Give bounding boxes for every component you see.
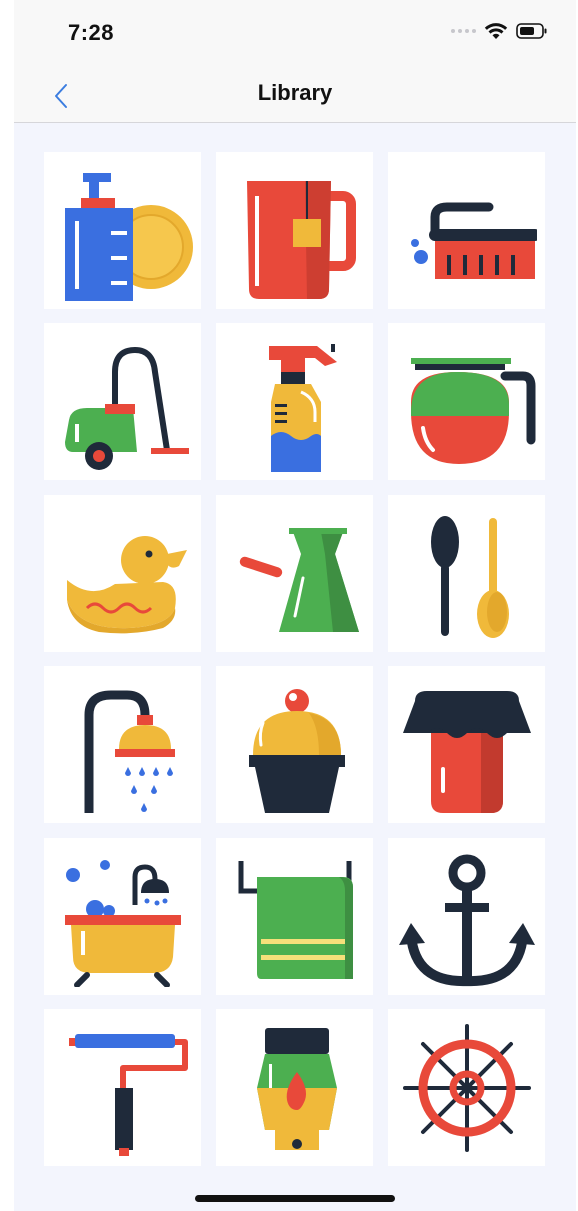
library-item-spray-bottle[interactable]: [216, 323, 373, 480]
library-item-towel[interactable]: [216, 838, 373, 995]
library-item-rubber-duck[interactable]: [44, 495, 201, 652]
spoons-icon: [430, 515, 509, 638]
library-item-dish-soap[interactable]: [44, 152, 201, 309]
lantern-icon: [256, 1027, 337, 1150]
vacuum-cleaner-icon: [64, 346, 189, 470]
status-icons: [451, 22, 548, 40]
library-item-paint-roller[interactable]: [44, 1009, 201, 1166]
library-item-scrub-brush[interactable]: [388, 152, 545, 309]
anchor-icon: [398, 854, 535, 986]
towel-icon: [238, 860, 353, 979]
library-item-anchor[interactable]: [388, 838, 545, 995]
cupcake-icon: [248, 688, 345, 813]
library-item-jam-jar[interactable]: [388, 666, 545, 823]
spray-bottle-icon: [268, 343, 337, 472]
home-indicator[interactable]: [195, 1195, 395, 1202]
scrub-brush-icon: [410, 202, 537, 279]
library-item-coffee-pot[interactable]: [388, 323, 545, 480]
library-item-spoons[interactable]: [388, 495, 545, 652]
mug-icon: [246, 180, 356, 299]
library-item-coffee-cezve[interactable]: [216, 495, 373, 652]
ship-wheel-icon: [402, 1023, 531, 1152]
library-item-mug[interactable]: [216, 152, 373, 309]
page-title: Library: [257, 80, 333, 105]
status-bar: 7:28: [14, 0, 576, 70]
jam-jar-icon: [402, 690, 531, 813]
battery-icon: [516, 23, 547, 39]
app-screen: 7:28 Library: [14, 0, 576, 1211]
status-time: 7:28: [68, 20, 115, 45]
cellular-signal-icon: [451, 29, 476, 33]
bathtub-icon: [64, 859, 181, 987]
coffee-pot-icon: [410, 357, 535, 464]
library-item-vacuum-cleaner[interactable]: [44, 323, 201, 480]
coffee-cezve-icon: [239, 527, 359, 632]
library-item-shower-head[interactable]: [44, 666, 201, 823]
dish-soap-icon: [64, 172, 193, 301]
wifi-icon: [484, 23, 508, 39]
paint-roller-icon: [68, 1033, 188, 1156]
library-item-lantern[interactable]: [216, 1009, 373, 1166]
rubber-duck-icon: [66, 535, 187, 633]
library-item-bathtub[interactable]: [44, 838, 201, 995]
library-item-ship-wheel[interactable]: [388, 1009, 545, 1166]
library-item-cupcake[interactable]: [216, 666, 373, 823]
shower-head-icon: [84, 690, 175, 813]
navigation-bar: Library: [14, 70, 576, 123]
